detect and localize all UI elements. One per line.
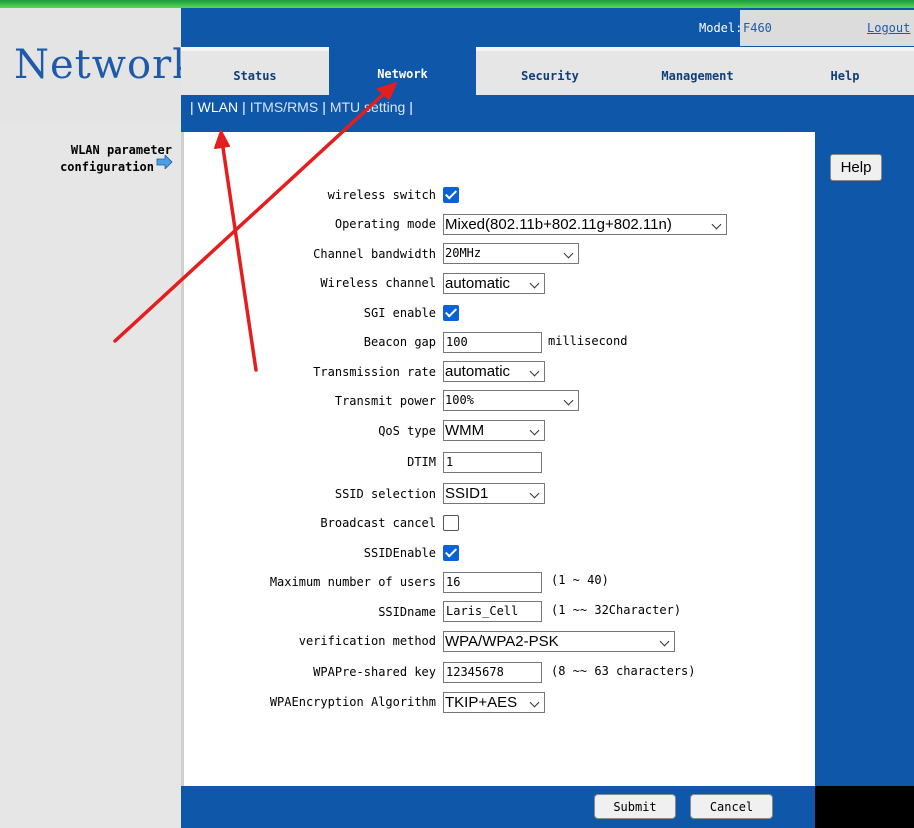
chevron-down-icon [529,366,540,377]
ssid-selection-select[interactable]: SSID1 [443,483,545,504]
ssid-selection-label: SSID selection [334,487,436,501]
sidebar-label-line2: configuration [60,160,154,174]
sgi-enable-label: SGI enable [363,306,436,320]
chevron-down-icon [529,697,540,708]
top-accent-bar [0,0,914,8]
wireless-channel-select[interactable]: automatic [443,273,545,294]
chevron-down-icon [563,395,574,406]
transmission-rate-select[interactable]: automatic [443,361,545,382]
submit-button[interactable]: Submit [594,794,676,819]
max-users-hint: (1 ~ 40) [551,573,609,587]
ssid-name-hint: (1 ~~ 32Character) [551,603,682,617]
sidebar-label-line1: WLAN parameter [70,143,172,157]
wpa-psk-hint: (8 ~~ 63 characters) [551,664,696,678]
subnav-item-wlan[interactable]: WLAN [198,99,238,115]
help-button[interactable]: Help [830,154,882,181]
wireless-switch-label: wireless switch [327,188,436,202]
sidebar [0,123,181,786]
verification-method-value: WPA/WPA2-PSK [445,633,559,650]
beacon-gap-unit: millisecond [548,334,628,348]
broadcast-cancel-label: Broadcast cancel [320,516,436,530]
verification-method-select[interactable]: WPA/WPA2-PSK [443,631,675,652]
channel-bandwidth-label: Channel bandwidth [313,247,436,261]
wpa-encryption-label: WPAEncryption Algorithm [269,695,436,709]
transmit-power-value: 100% [445,393,474,407]
broadcast-cancel-checkbox[interactable] [443,515,459,531]
arrow-right-icon [156,155,173,169]
ssid-name-input[interactable]: Laris_Cell [443,601,542,622]
subnav-separator: | [242,99,246,115]
wpa-encryption-select[interactable]: TKIP+AES [443,692,545,713]
brand-title: Network [14,42,198,88]
wpa-psk-label: WPAPre-shared key [313,665,436,679]
operating-mode-label: Operating mode [334,217,436,231]
transmit-power-select[interactable]: 100% [443,390,579,411]
transmission-rate-label: Transmission rate [313,365,436,379]
subnav-item-mtu-setting[interactable]: MTU setting [330,99,405,115]
max-users-label: Maximum number of users [269,575,436,589]
transmission-rate-value: automatic [445,363,511,380]
ssid-selection-value: SSID1 [445,485,489,502]
beacon-gap-label: Beacon gap [363,335,436,349]
subnav-item-itms-rms[interactable]: ITMS/RMS [250,99,318,115]
chevron-down-icon [529,488,540,499]
verification-method-label: verification method [298,634,436,648]
tab-management[interactable]: Management [624,47,771,95]
sidebar-section-label[interactable]: WLAN parameter configuration [40,142,172,176]
logout-link[interactable]: Logout [867,21,910,35]
tab-security[interactable]: Security [476,47,624,95]
qos-type-label: QoS type [378,424,436,438]
sub-navigation: | WLAN | ITMS/RMS | MTU setting | [186,99,417,115]
chevron-down-icon [563,248,574,259]
model-label: Model: [699,21,743,35]
channel-bandwidth-value: 20MHz [445,246,482,260]
tab-status[interactable]: Status [181,47,329,95]
qos-type-select[interactable]: WMM [443,420,545,441]
sgi-enable-checkbox[interactable] [443,305,459,321]
operating-mode-select[interactable]: Mixed(802.11b+802.11g+802.11n) [443,214,727,235]
ssid-enable-label: SSIDEnable [363,546,436,560]
subnav-separator: | [409,99,413,115]
wireless-switch-checkbox[interactable] [443,187,459,203]
help-panel [815,140,914,786]
wpa-encryption-value: TKIP+AES [445,694,518,711]
model-value: F460 [743,21,772,35]
chevron-down-icon [529,278,540,289]
footer-left [0,786,181,828]
chevron-down-icon [529,425,540,436]
ssid-enable-checkbox[interactable] [443,545,459,561]
dtim-label: DTIM [407,455,436,469]
chevron-down-icon [711,219,722,230]
channel-bandwidth-select[interactable]: 20MHz [443,243,579,264]
operating-mode-value: Mixed(802.11b+802.11g+802.11n) [445,216,672,233]
cancel-button[interactable]: Cancel [690,794,773,819]
transmit-power-label: Transmit power [334,394,436,408]
qos-type-value: WMM [445,422,485,439]
max-users-input[interactable]: 16 [443,572,542,593]
tab-help[interactable]: Help [771,47,914,95]
subnav-separator: | [190,99,194,115]
footer-right [815,786,914,828]
wireless-channel-value: automatic [445,275,511,292]
beacon-gap-input[interactable]: 100 [443,332,542,353]
subnav-separator: | [322,99,326,115]
wireless-channel-label: Wireless channel [320,276,436,290]
tab-network[interactable]: Network [329,47,476,95]
chevron-down-icon [659,636,670,647]
wpa-psk-input[interactable]: 12345678 [443,662,542,683]
ssid-name-label: SSIDname [378,605,436,619]
dtim-input[interactable]: 1 [443,452,542,473]
